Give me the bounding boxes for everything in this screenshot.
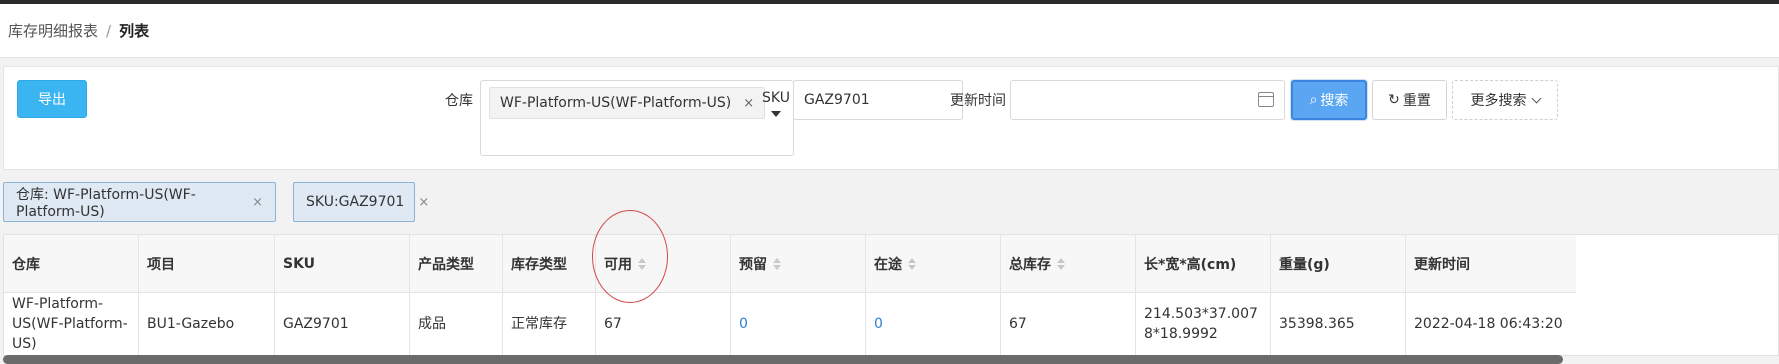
filter-tag-sku: SKU:GAZ9701 × [293, 182, 429, 222]
active-filter-bar: 仓库: WF-Platform-US(WF-Platform-US) × SKU… [3, 182, 429, 222]
cell-updated: 2022-04-18 06:43:20 [1414, 316, 1563, 332]
cell-in-transit-link[interactable]: 0 [866, 293, 1001, 355]
column-header-sku: SKU [275, 235, 410, 292]
sort-icon[interactable] [638, 257, 646, 270]
column-header-warehouse: 仓库 [4, 235, 139, 292]
remove-filter-icon[interactable]: × [252, 195, 263, 210]
sku-input[interactable] [793, 80, 963, 120]
more-search-button[interactable]: 更多搜索 [1452, 80, 1558, 120]
reset-button-label: 重置 [1402, 93, 1431, 109]
export-button[interactable]: 导出 [17, 80, 87, 118]
chevron-down-icon [1531, 93, 1541, 103]
update-time-picker[interactable] [1010, 80, 1285, 120]
cell-reserved-link[interactable]: 0 [731, 293, 866, 355]
cell-warehouse: WF-Platform-US(WF-Platform-US) [4, 293, 139, 355]
breadcrumb-current: 列表 [119, 22, 150, 40]
table-row: WF-Platform-US(WF-Platform-US) BU1-Gazeb… [4, 293, 1576, 355]
column-header-project: 项目 [139, 235, 275, 292]
search-button-label: 搜索 [1320, 93, 1349, 109]
warehouse-selected-value: WF-Platform-US(WF-Platform-US) [500, 95, 732, 111]
warehouse-select[interactable]: WF-Platform-US(WF-Platform-US) × [480, 80, 794, 156]
sort-icon[interactable] [1057, 257, 1065, 270]
filter-tag-label: 仓库: WF-Platform-US(WF-Platform-US) [16, 187, 196, 220]
warehouse-selected-tag: WF-Platform-US(WF-Platform-US) × [489, 87, 766, 119]
cell-sku: GAZ9701 [275, 293, 410, 355]
cell-available: 67 [596, 293, 731, 355]
search-icon: ⌕ [1309, 92, 1318, 108]
search-button[interactable]: ⌕ 搜索 [1291, 80, 1367, 120]
horizontal-scrollbar[interactable] [3, 355, 1563, 364]
cell-product-type: 成品 [410, 293, 503, 355]
column-header-updated: 更新时间 [1414, 256, 1470, 273]
sort-icon[interactable] [908, 257, 916, 270]
column-header-reserved[interactable]: 预留 [731, 235, 866, 292]
column-header-product-type: 产品类型 [410, 235, 503, 292]
update-time-label: 更新时间 [950, 93, 1006, 109]
refresh-icon: ↻ [1388, 92, 1400, 108]
remove-filter-icon[interactable]: × [418, 195, 429, 210]
sku-label: SKU [762, 90, 790, 106]
cell-total: 67 [1001, 293, 1136, 355]
inventory-table: 仓库 项目 SKU 产品类型 库存类型 可用 预留 在途 总库存 长*宽*高(c… [3, 234, 1779, 356]
cell-weight: 35398.365 [1271, 293, 1406, 355]
cell-project: BU1-Gazebo [139, 293, 275, 355]
cell-dimensions: 214.503*37.0078*18.9992 [1136, 293, 1271, 355]
warehouse-label: 仓库 [445, 93, 473, 109]
filter-tag-label: SKU:GAZ9701 [306, 194, 405, 210]
sort-icon[interactable] [773, 257, 781, 270]
column-header-dimensions: 长*宽*高(cm) [1136, 235, 1271, 292]
filter-tag-warehouse: 仓库: WF-Platform-US(WF-Platform-US) × [3, 182, 276, 222]
reset-button[interactable]: ↻ 重置 [1372, 80, 1447, 120]
column-header-available[interactable]: 可用 [596, 235, 731, 292]
column-header-weight: 重量(g) [1271, 235, 1406, 292]
calendar-icon[interactable] [1258, 92, 1274, 107]
remove-warehouse-icon[interactable]: × [743, 96, 754, 111]
breadcrumb-parent[interactable]: 库存明细报表 [8, 20, 98, 41]
table-header-row: 仓库 项目 SKU 产品类型 库存类型 可用 预留 在途 总库存 长*宽*高(c… [4, 235, 1576, 293]
more-search-label: 更多搜索 [1470, 93, 1527, 109]
search-panel: 导出 仓库 WF-Platform-US(WF-Platform-US) × S… [3, 66, 1779, 170]
cell-stock-type: 正常库存 [503, 293, 596, 355]
column-header-stock-type: 库存类型 [503, 235, 596, 292]
breadcrumb-separator: / [106, 21, 112, 40]
breadcrumb: 库存明细报表 / 列表 [0, 4, 1779, 58]
column-header-total[interactable]: 总库存 [1001, 235, 1136, 292]
dropdown-caret-icon[interactable] [771, 111, 781, 117]
column-header-in-transit[interactable]: 在途 [866, 235, 1001, 292]
